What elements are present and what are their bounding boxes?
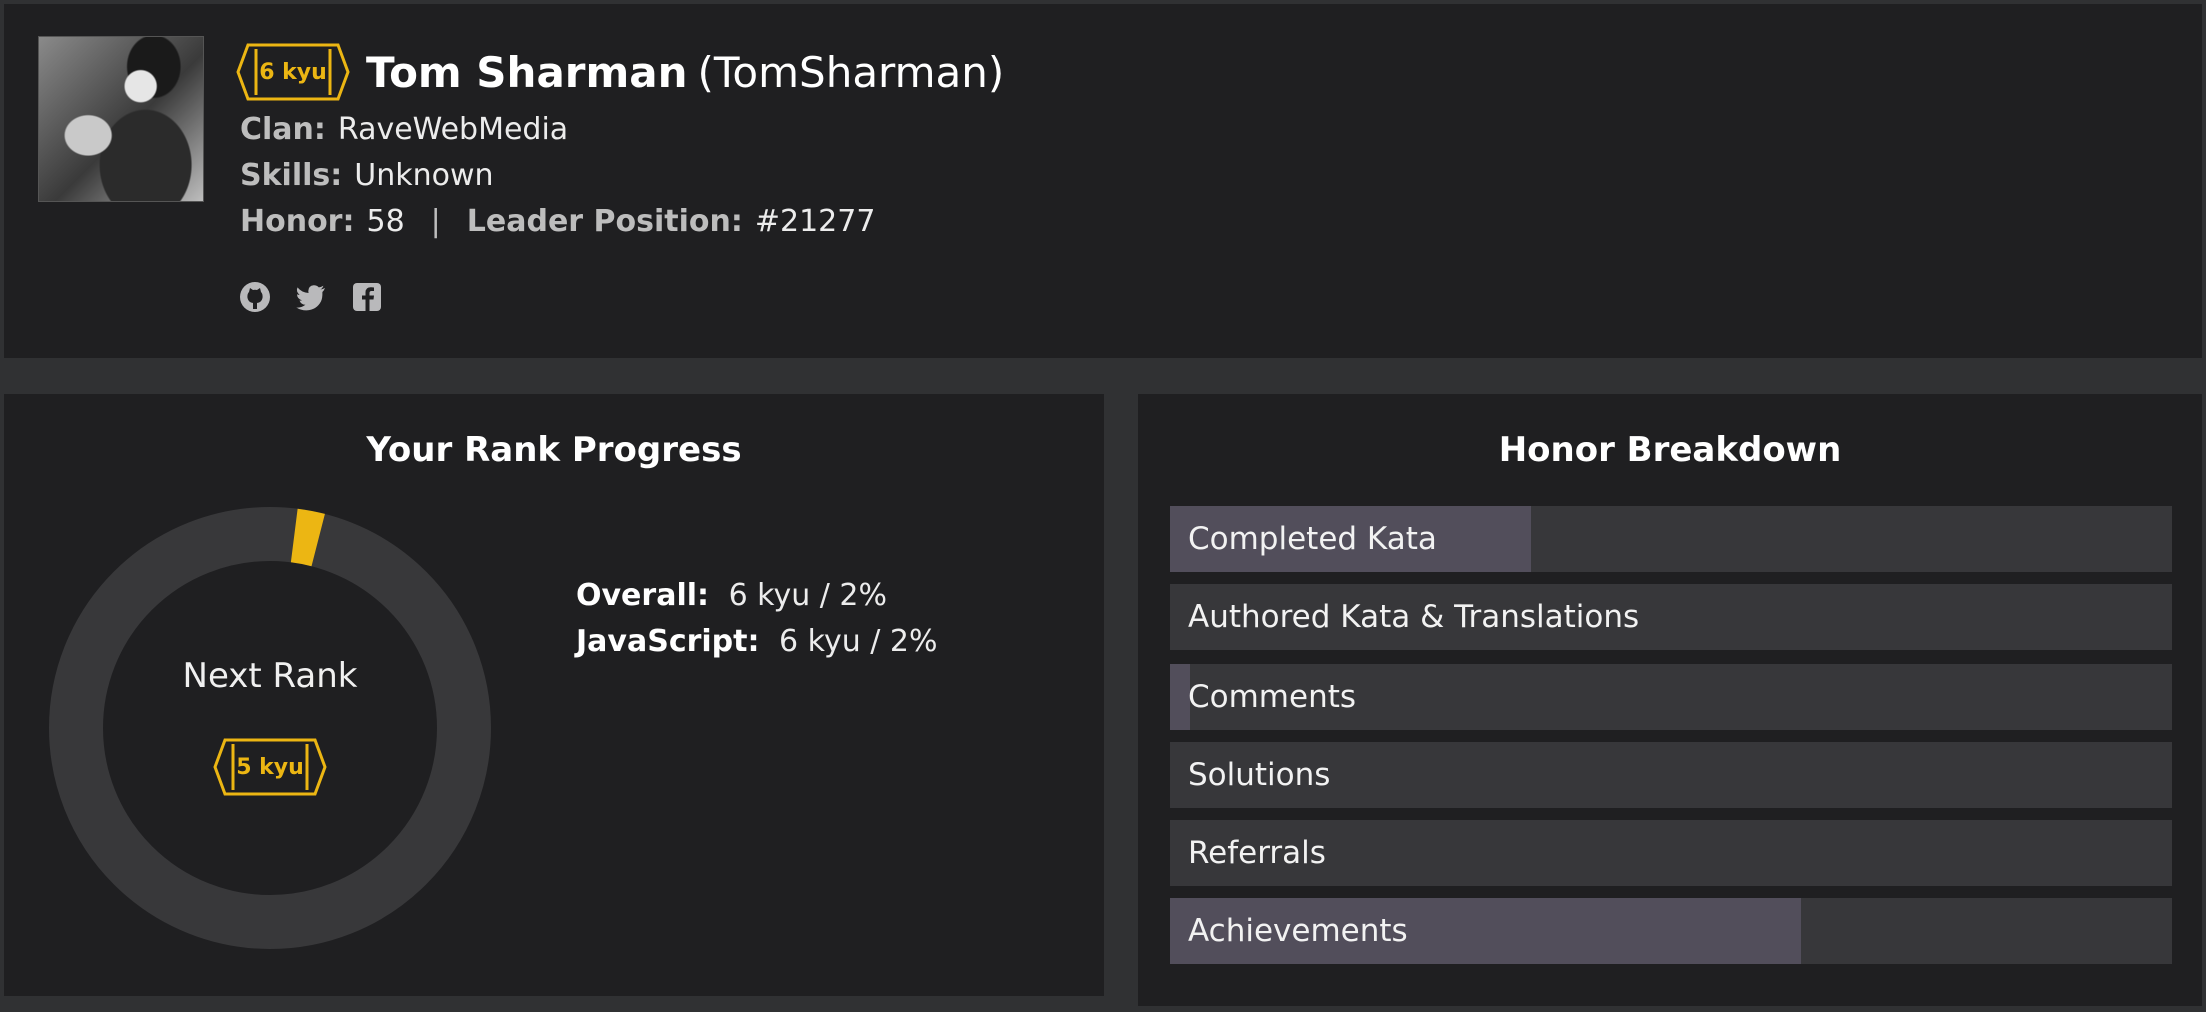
javascript-label: JavaScript: xyxy=(576,624,760,659)
skills-label: Skills: xyxy=(240,158,343,193)
avatar[interactable] xyxy=(38,36,204,202)
clan-line: Clan: RaveWebMedia xyxy=(240,112,568,147)
rank-progress-panel: Your Rank Progress Next Rank 5 kyu Overa… xyxy=(4,394,1104,996)
javascript-value: 6 kyu / 2% xyxy=(779,624,938,659)
info-separator: | xyxy=(430,204,441,239)
overall-value: 6 kyu / 2% xyxy=(728,578,888,613)
profile-panel: 6 kyu Tom Sharman (TomSharman) Clan: Rav… xyxy=(4,4,2202,358)
clan-value: RaveWebMedia xyxy=(337,112,569,147)
honor-breakdown-panel: Honor Breakdown Completed Kata Authored K… xyxy=(1138,394,2202,1006)
honor-breakdown-row: Comments xyxy=(1170,664,2172,730)
javascript-stat: JavaScript: 6 kyu / 2% xyxy=(576,624,938,659)
profile-name: Tom Sharman xyxy=(366,47,688,97)
skills-line: Skills: Unknown xyxy=(240,158,494,193)
honor-row-label: Comments xyxy=(1188,679,1357,715)
social-links xyxy=(238,280,384,314)
honor-breakdown-row: Completed Kata xyxy=(1170,506,2172,572)
overall-stat: Overall: 6 kyu / 2% xyxy=(576,578,887,613)
next-rank-label: Next Rank xyxy=(182,656,358,696)
honor-row-label: Referrals xyxy=(1188,835,1326,871)
honor-line: Honor: 58 | Leader Position: #21277 xyxy=(240,204,875,239)
next-rank-value: 5 kyu xyxy=(236,754,304,780)
honor-breakdown-title: Honor Breakdown xyxy=(1498,430,1842,470)
rank-badge: 6 kyu xyxy=(236,43,350,101)
rank-progress-donut xyxy=(49,507,491,949)
honor-breakdown-row: Solutions xyxy=(1170,742,2172,808)
profile-username: (TomSharman) xyxy=(697,47,1005,97)
github-icon[interactable] xyxy=(238,280,272,314)
next-rank-badge: 5 kyu xyxy=(213,738,327,796)
twitter-icon[interactable] xyxy=(294,280,328,314)
rank-badge-label: 6 kyu xyxy=(259,59,327,85)
honor-row-label: Completed Kata xyxy=(1188,521,1437,557)
leader-position-value: #21277 xyxy=(754,204,876,239)
honor-value: 58 xyxy=(366,204,405,239)
facebook-icon[interactable] xyxy=(350,280,384,314)
honor-breakdown-row: Achievements xyxy=(1170,898,2172,964)
next-rank-badge-wrap: 5 kyu xyxy=(213,738,343,796)
skills-value: Unknown xyxy=(354,158,494,193)
honor-row-label: Achievements xyxy=(1188,913,1408,949)
profile-header: 6 kyu Tom Sharman (TomSharman) xyxy=(236,40,1004,104)
rank-progress-title: Your Rank Progress xyxy=(366,430,742,470)
honor-label: Honor: xyxy=(240,204,355,239)
honor-row-label: Solutions xyxy=(1188,757,1331,793)
overall-label: Overall: xyxy=(576,578,710,613)
honor-row-label: Authored Kata & Translations xyxy=(1188,599,1640,635)
clan-label: Clan: xyxy=(240,112,326,147)
honor-breakdown-row: Referrals xyxy=(1170,820,2172,886)
honor-breakdown-row: Authored Kata & Translations xyxy=(1170,584,2172,650)
leader-position-label: Leader Position: xyxy=(466,204,743,239)
donut-track xyxy=(49,507,491,949)
